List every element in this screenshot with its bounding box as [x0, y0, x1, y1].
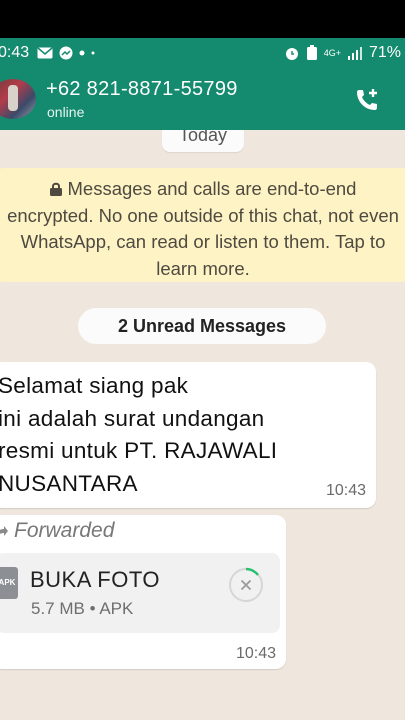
dot-icon [79, 50, 85, 56]
contact-name[interactable]: +62 821-8871-55799 [46, 78, 238, 101]
apk-file-icon: APK [0, 567, 18, 599]
small-dot-icon [91, 51, 95, 55]
lock-icon [49, 177, 62, 196]
file-meta: 5.7 MB • APK [31, 599, 134, 618]
alarm-icon [285, 48, 298, 60]
message-bubble[interactable]: Selamat siang pak ini adalah surat undan… [0, 362, 376, 508]
notification-icons [37, 46, 95, 60]
top-black-bar [0, 0, 405, 38]
signal-icon [347, 47, 362, 60]
file-message-bubble[interactable]: Forwarded APK BUKA FOTO 5.7 MB • APK 10:… [0, 515, 286, 669]
forwarded-text: Forwarded [14, 519, 115, 542]
forwarded-label: Forwarded [0, 519, 114, 543]
battery-level: 71% [368, 44, 401, 61]
chat-area[interactable]: Today Messages and calls are end-to-end … [0, 130, 405, 720]
encryption-text: Messages and calls are end-to-end encryp… [7, 178, 399, 279]
date-chip: Today [162, 130, 244, 152]
unread-messages-badge: 2 Unread Messages [78, 308, 326, 344]
file-attachment[interactable]: APK BUKA FOTO 5.7 MB • APK [0, 553, 280, 633]
contact-avatar[interactable] [0, 79, 36, 119]
cancel-download-icon[interactable] [228, 567, 264, 603]
composer-edge [0, 698, 405, 720]
mail-icon [37, 47, 53, 59]
message-text: Selamat siang pak ini adalah surat undan… [0, 373, 278, 496]
messenger-icon [59, 46, 73, 60]
encryption-notice[interactable]: Messages and calls are end-to-end encryp… [0, 168, 405, 282]
message-time: 10:43 [235, 645, 276, 662]
chat-header[interactable]: +62 821-8871-55799 online [0, 68, 405, 130]
status-time: 0:43 [0, 44, 30, 61]
system-icons: 4G+ 71% [284, 38, 401, 68]
battery-saver-icon [306, 45, 317, 60]
status-bar: 0:43 4G+ 71% [0, 38, 405, 68]
add-call-icon[interactable] [353, 86, 381, 114]
forward-arrow-icon [0, 526, 8, 536]
message-time: 10:43 [325, 482, 366, 499]
file-name: BUKA FOTO [30, 567, 161, 592]
network-type: 4G+ [323, 48, 341, 58]
contact-status: online [47, 104, 85, 120]
